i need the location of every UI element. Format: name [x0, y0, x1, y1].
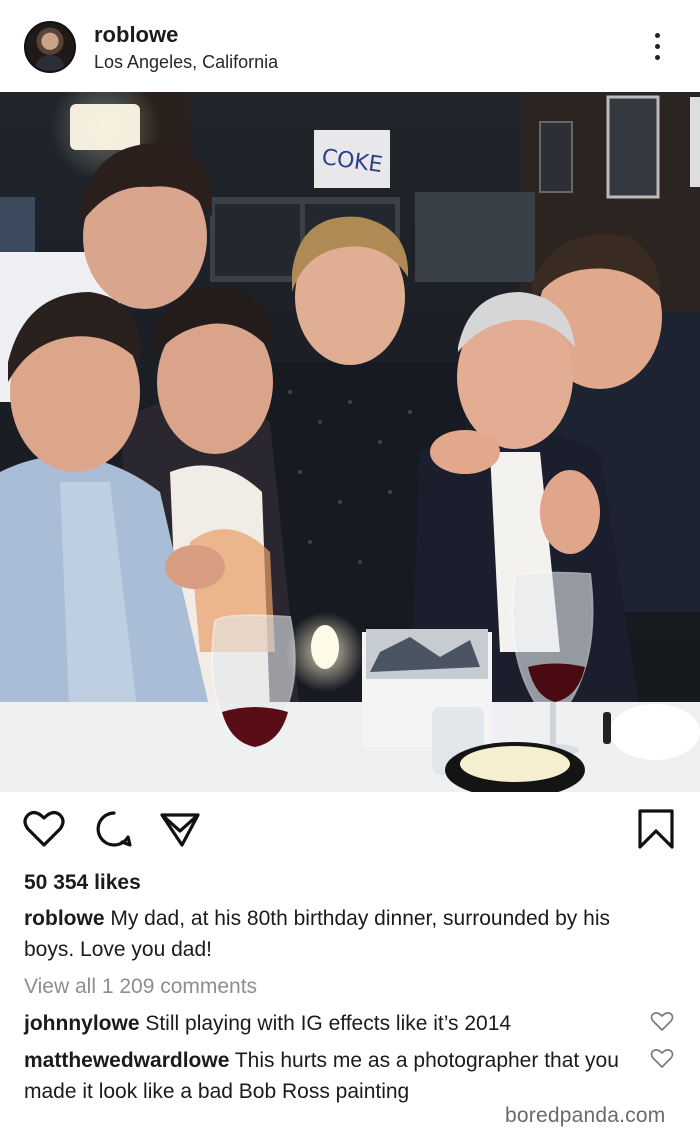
- heart-outline-icon[interactable]: [650, 1047, 674, 1069]
- watermark: boredpanda.com: [505, 1104, 666, 1127]
- comment-icon[interactable]: [90, 805, 138, 853]
- post-header: roblowe Los Angeles, California: [0, 0, 700, 92]
- view-all-comments-link[interactable]: View all 1 209 comments: [24, 975, 257, 999]
- post-photo[interactable]: COKE: [0, 92, 700, 792]
- post-username[interactable]: roblowe: [94, 22, 178, 48]
- post-caption: roblowe My dad, at his 80th birthday din…: [24, 903, 664, 965]
- caption-username[interactable]: roblowe: [24, 907, 105, 930]
- comment-item: matthewedwardlowe This hurts me as a pho…: [24, 1045, 624, 1107]
- send-icon[interactable]: [156, 805, 204, 853]
- action-bar: [0, 805, 700, 857]
- bookmark-icon[interactable]: [632, 805, 680, 853]
- comment-text: Still playing with IG effects like it’s …: [145, 1012, 512, 1035]
- more-vertical-icon[interactable]: [650, 30, 666, 64]
- comment-username[interactable]: johnnylowe: [24, 1012, 140, 1035]
- post-location[interactable]: Los Angeles, California: [94, 52, 278, 73]
- heart-outline-icon[interactable]: [650, 1010, 674, 1032]
- photo-illustration: COKE: [0, 92, 700, 792]
- caption-text: My dad, at his 80th birthday dinner, sur…: [24, 907, 610, 961]
- heart-icon[interactable]: [20, 805, 68, 853]
- comment-username[interactable]: matthewedwardlowe: [24, 1049, 229, 1072]
- comment-item: johnnylowe Still playing with IG effects…: [24, 1008, 624, 1039]
- likes-count[interactable]: 50 354 likes: [24, 871, 141, 895]
- avatar[interactable]: [24, 21, 76, 73]
